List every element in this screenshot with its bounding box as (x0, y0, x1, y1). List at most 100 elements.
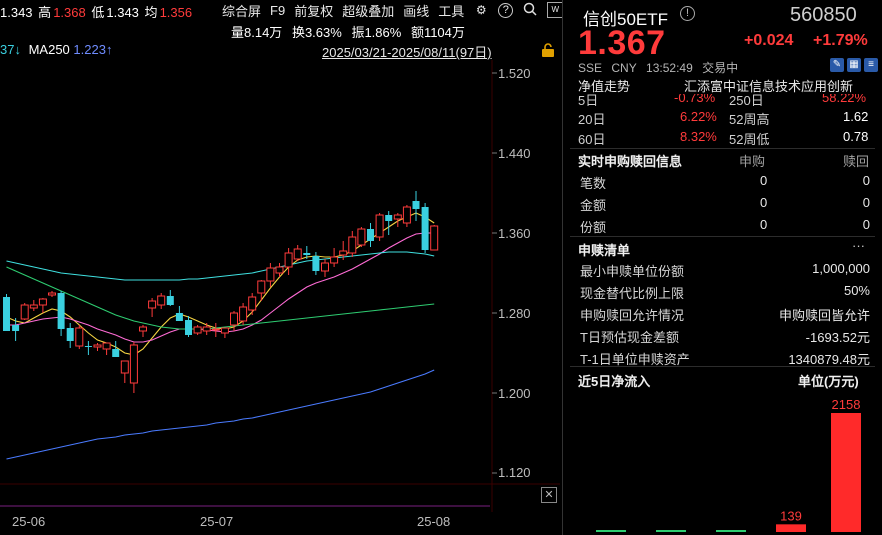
help-icon[interactable]: ? (498, 2, 514, 18)
ma-legend: 37↓ MA250 1.223↑ (0, 42, 112, 57)
col-redeem-header: 赎回 (843, 154, 870, 169)
candle-body (112, 349, 120, 357)
trading-status: 交易中 (702, 61, 739, 75)
perf-value: 8.32% (680, 129, 717, 144)
quote-meta: SSE CNY 13:52:49 交易中 (578, 59, 744, 76)
close-subchart-icon[interactable]: ✕ (541, 487, 557, 503)
perf-value: 0.78 (843, 129, 869, 144)
candle-body (220, 327, 229, 334)
candle-body (166, 296, 174, 305)
realtime-title: 实时申购赎回信息 (578, 154, 683, 169)
composite-button[interactable]: 综合屏 (222, 1, 261, 20)
high-value: 1.368 (53, 5, 86, 20)
list-row-value: 申购赎回皆允许 (778, 308, 870, 323)
ma-line (6, 251, 435, 281)
candle-body (211, 328, 220, 331)
low-label: 低 (91, 5, 105, 20)
candle-body (375, 214, 384, 238)
candle-body (402, 206, 411, 224)
kline-plot[interactable] (0, 60, 560, 512)
candle-body (29, 304, 38, 309)
perf-label: 52周高 (729, 112, 770, 127)
divider (570, 148, 875, 149)
candle-body (75, 327, 84, 347)
list-row-label: T日预估现金差额 (580, 330, 679, 345)
grid-icon[interactable]: ▦ (847, 58, 861, 72)
settings-icon[interactable]: ⚙ (473, 2, 489, 18)
overlay-button[interactable]: 超级叠加 (342, 1, 394, 20)
divider (570, 366, 875, 367)
ma-prev-arrow: ↓ (14, 42, 21, 57)
candle-body (330, 256, 339, 264)
list-row-value: 1,000,000 (812, 261, 870, 276)
candle-body (12, 325, 20, 331)
nav-trend-row[interactable]: 净值走势 汇添富中证信息技术应用创新 (578, 76, 878, 94)
candle-body (303, 253, 311, 255)
amplitude-text: 振1.86% (351, 25, 402, 40)
candle-body (102, 342, 111, 350)
realtime-row-redeem: 0 (862, 195, 870, 210)
x-tick-label: 25-07 (200, 514, 234, 529)
y-tick-label: 1.440 (498, 146, 531, 161)
ma250-label: MA250 (28, 42, 70, 57)
ohlc-readout: 1.343 高 1.368 低 1.343 均 1.356 (0, 2, 220, 20)
nav-trend-label[interactable]: 净值走势 (578, 76, 630, 95)
lock-icon[interactable] (540, 42, 556, 58)
perf-value: 6.22% (680, 109, 717, 124)
candle-body (248, 296, 257, 311)
candle-body (139, 326, 147, 332)
window-mode-icon[interactable]: W (547, 2, 564, 18)
candle-body (284, 252, 293, 268)
menu-icon[interactable]: ≡ (864, 58, 878, 72)
x-tick-label: 25-08 (417, 514, 451, 529)
candle-body (357, 228, 366, 246)
realtime-row-buy: 0 (760, 217, 768, 232)
low-value: 1.343 (106, 5, 139, 20)
candle-body (202, 326, 211, 332)
candle-body (3, 297, 10, 331)
inflow-bar-label: 139 (780, 508, 802, 523)
avg-value: 1.356 (159, 5, 193, 20)
turnover-text: 换3.63% (291, 25, 342, 40)
list-row-label: 申购赎回允许情况 (580, 308, 685, 323)
stats-row: 量8.14万 换3.63% 振1.86% 额1104万 (0, 22, 465, 41)
edit-icon[interactable]: ✎ (830, 58, 844, 72)
candle-body (393, 214, 402, 220)
x-tick-label: 25-06 (12, 514, 46, 529)
avg-label: 均 (144, 5, 158, 20)
y-tick-label: 1.520 (498, 66, 531, 81)
candle-body (120, 360, 129, 374)
y-tick-label: 1.280 (498, 306, 531, 321)
candle-body (129, 344, 138, 384)
draw-button[interactable]: 画线 (403, 1, 429, 20)
f9-button[interactable]: F9 (270, 3, 285, 18)
y-tick-label: 1.200 (498, 386, 531, 401)
divider (570, 236, 875, 237)
realtime-row-label: 金额 (580, 198, 607, 213)
currency-code: CNY (611, 61, 637, 75)
ma-line (6, 369, 435, 460)
open-value: 1.343 (0, 5, 33, 20)
list-row-label: 最小申赎单位份额 (580, 264, 685, 279)
volume-text: 量8.14万 (231, 25, 283, 40)
security-code: 560850 (790, 4, 857, 26)
price-change: +0.024 (744, 32, 794, 49)
adjust-button[interactable]: 前复权 (294, 1, 333, 20)
search-icon[interactable] (522, 2, 538, 18)
tools-button[interactable]: 工具 (438, 1, 464, 20)
candle-body (157, 295, 166, 306)
perf-label: 60日 (578, 132, 606, 147)
info-icon[interactable]: ! (680, 6, 695, 21)
amount-text: 额1104万 (410, 25, 465, 40)
candle-body (367, 229, 374, 241)
date-range-link[interactable]: 2025/03/21-2025/08/11(97日) (322, 42, 492, 61)
candle-body (421, 207, 429, 250)
realtime-row-redeem: 0 (862, 217, 870, 232)
candle-body (38, 298, 47, 306)
more-icon[interactable]: ··· (852, 238, 865, 253)
candle-body (84, 346, 92, 347)
perf-label: 20日 (578, 112, 606, 127)
kline-chart-pane[interactable]: 1.343 高 1.368 低 1.343 均 1.356 综合屏 F9 前复权 超级… (0, 0, 564, 535)
candle-body (230, 312, 238, 326)
realtime-row-label: 笔数 (580, 176, 607, 191)
